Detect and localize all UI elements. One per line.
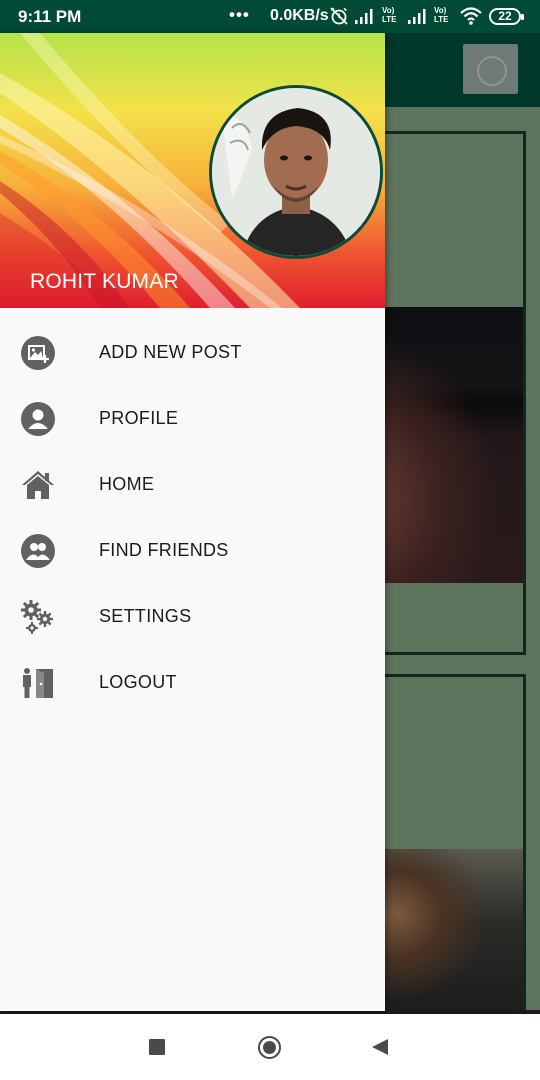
home-circle-icon[interactable] [258, 1036, 281, 1059]
menu-label: FIND FRIENDS [99, 540, 229, 560]
battery-icon: 22 [489, 8, 524, 25]
profile-photo [212, 88, 380, 256]
volte-top-text: Vo) [382, 6, 395, 15]
gears-icon [21, 600, 53, 634]
menu-item-logout[interactable]: LOGOUT [0, 649, 385, 715]
navigation-drawer: ROHIT KUMAR ADD NEW POST PROFILE HOME FI… [0, 33, 385, 1011]
drawer-header: ROHIT KUMAR [0, 33, 385, 308]
back-triangle-icon[interactable] [371, 1038, 389, 1056]
menu-item-add-new-post[interactable]: ADD NEW POST [0, 319, 385, 385]
menu-label: PROFILE [99, 408, 179, 428]
volte-icon: Vo) LTE [382, 6, 397, 24]
menu-item-home[interactable]: HOME [0, 451, 385, 517]
screen: 9:11 PM ••• 0.0KB/s Vo) LTE Vo) LTE 22 R… [0, 0, 540, 1080]
menu-item-settings[interactable]: SETTINGS [0, 583, 385, 649]
person-icon [21, 402, 55, 436]
battery-level: 22 [498, 9, 512, 23]
menu-label: SETTINGS [99, 606, 192, 626]
alarm-off-icon [330, 7, 348, 25]
wifi-icon [460, 7, 482, 25]
notification-dots: ••• [229, 5, 250, 24]
menu-item-find-friends[interactable]: FIND FRIENDS [0, 517, 385, 583]
menu-label: ADD NEW POST [99, 342, 242, 362]
volte-top-text: Vo) [434, 6, 447, 15]
signal-icon [408, 9, 426, 24]
status-time: 9:11 PM [18, 7, 82, 26]
people-icon [21, 534, 55, 568]
recents-square-icon[interactable] [149, 1039, 165, 1055]
drawer-menu: ADD NEW POST PROFILE HOME FIND FRIENDS S… [0, 319, 385, 715]
signal-icon [355, 9, 373, 24]
status-bar: 9:11 PM ••• 0.0KB/s Vo) LTE Vo) LTE 22 [0, 0, 540, 33]
avatar[interactable] [209, 85, 383, 259]
menu-label: HOME [99, 474, 155, 494]
toolbar-action-icon[interactable] [463, 44, 518, 94]
menu-label: LOGOUT [99, 672, 177, 692]
volte-icon: Vo) LTE [434, 6, 449, 24]
exit-door-icon [23, 668, 53, 698]
network-speed: 0.0KB/s [270, 7, 329, 24]
system-nav-bar [0, 1014, 540, 1080]
home-icon [22, 471, 54, 499]
volte-bottom-text: LTE [382, 15, 397, 24]
menu-item-profile[interactable]: PROFILE [0, 385, 385, 451]
user-name: ROHIT KUMAR [30, 270, 179, 293]
add-image-icon [21, 336, 55, 370]
volte-bottom-text: LTE [434, 15, 449, 24]
